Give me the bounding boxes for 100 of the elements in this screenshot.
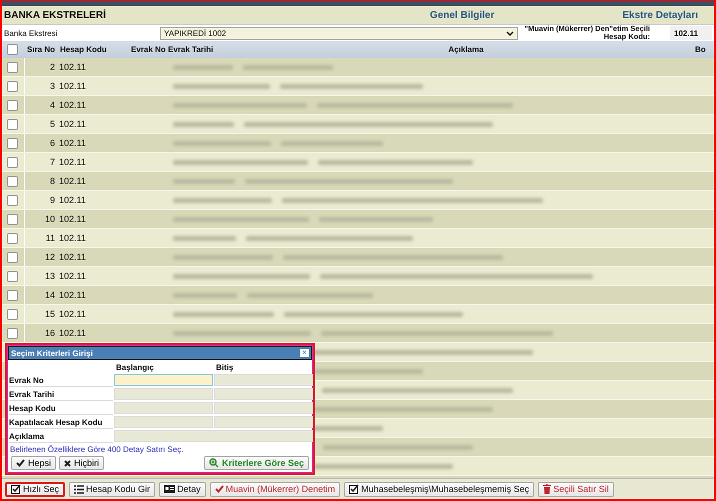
table-cell: 5 [24, 115, 57, 133]
table-cell: 3 [24, 77, 57, 95]
page-title: BANKA EKSTRELERİ [4, 10, 107, 20]
row-checkbox[interactable] [7, 308, 18, 320]
blurred-text [173, 122, 234, 126]
table-cell: 10 [24, 210, 57, 228]
column-header: Hesap Kodu [59, 45, 108, 54]
row-checkbox[interactable] [7, 176, 18, 186]
start-input-field[interactable] [114, 402, 213, 414]
start-input-field[interactable] [114, 416, 213, 428]
table-cell-text: 102.11 [58, 290, 87, 300]
field-label: Kapatılacak Hesap Kodu [9, 416, 113, 429]
table-cell-text: 102.11 [58, 233, 87, 243]
row-checkbox[interactable] [7, 156, 18, 168]
table-cell: 15 [24, 305, 57, 323]
checkbox-icon [11, 484, 21, 494]
column-header: Bitiş [215, 362, 234, 373]
column-header: Sıra No [26, 45, 56, 54]
table-cell: 6 [24, 134, 57, 152]
id-card-icon [164, 485, 176, 493]
table-cell-text: 102.11 [58, 157, 87, 167]
close-icon [64, 460, 72, 466]
table-cell-text: 102.11 [58, 195, 87, 205]
field-label: Evrak Tarihi [9, 388, 113, 401]
toolbar-button[interactable]: Detay [159, 482, 206, 496]
toolbar-button[interactable]: Hesap Kodu Gir [69, 482, 156, 496]
table-cell-text: 102.11 [58, 252, 87, 262]
start-input-field[interactable] [114, 388, 213, 400]
column-header: Evrak Tarihi [167, 45, 214, 54]
zoom-in-icon [208, 458, 219, 468]
row-checkbox[interactable] [7, 252, 18, 262]
row-checkbox[interactable] [7, 214, 18, 224]
column-header: Başlangıç [115, 362, 155, 373]
end-input-field[interactable] [214, 374, 313, 386]
column-header: Evrak No [130, 45, 165, 54]
check-icon [214, 485, 224, 493]
close-button[interactable]: × [300, 349, 309, 357]
select-button[interactable]: Hepsi [11, 456, 56, 470]
table-cell: 4 [24, 96, 57, 114]
table-cell-text: 102.11 [58, 309, 87, 319]
list-icon [74, 484, 84, 494]
chevron-down-icon [506, 30, 514, 36]
table-cell: 7 [24, 153, 57, 171]
check-icon [16, 459, 25, 467]
table-cell: 8 [24, 172, 57, 190]
select-all-checkbox[interactable] [7, 44, 18, 55]
trash-icon [543, 484, 552, 494]
table-cell-text: 102.11 [58, 176, 87, 186]
account-code-value: 102.11 [670, 26, 712, 40]
table-cell-text: 102.11 [58, 214, 87, 224]
row-checkbox[interactable] [7, 270, 18, 282]
input-field[interactable] [114, 430, 313, 442]
toolbar-button[interactable]: Muhasebeleşmiş\Muhasebeleşmemiş Seç [344, 482, 534, 496]
toolbar-button[interactable]: Seçili Satır Sil [538, 482, 614, 496]
row-checkbox[interactable] [7, 194, 18, 206]
table-cell: 14 [24, 286, 57, 304]
table-cell-text: 102.11 [58, 62, 87, 72]
table-cell-text: 102.11 [58, 138, 87, 148]
table-cell: 2 [24, 58, 57, 76]
table-cell: 13 [24, 267, 57, 285]
row-checkbox[interactable] [7, 100, 18, 110]
table-cell-text: 102.11 [58, 81, 87, 91]
toolbar-button[interactable]: Muavin (Mükerrer) Denetim [210, 482, 340, 496]
row-checkbox[interactable] [7, 138, 18, 148]
blurred-text [173, 236, 236, 240]
tab-link[interactable]: Ekstre Detayları [622, 10, 698, 20]
apply-button[interactable]: Kriterlere Göre Seç [204, 456, 309, 470]
table-cell-text: 102.11 [58, 271, 87, 281]
end-input-field[interactable] [214, 388, 313, 400]
blurred-text [173, 64, 233, 70]
end-input-field[interactable] [214, 402, 313, 414]
select-button[interactable]: Hiçbiri [59, 456, 104, 470]
field-label: Evrak No [9, 374, 113, 387]
field-label: Açıklama [9, 430, 113, 443]
row-checkbox[interactable] [7, 62, 18, 72]
tab-link[interactable]: Genel Bilgiler [430, 10, 494, 20]
table-cell-text: 102.11 [58, 119, 87, 129]
table-cell: 11 [24, 229, 57, 247]
row-checkbox[interactable] [7, 80, 18, 92]
row-checkbox[interactable] [7, 290, 18, 300]
row-checkbox[interactable] [7, 232, 18, 244]
table-cell: 9 [24, 191, 57, 209]
row-checkbox[interactable] [7, 118, 18, 130]
toolbar-button[interactable]: Hızlı Seç [5, 482, 66, 496]
blurred-text [173, 178, 235, 184]
checkbox-icon [349, 484, 360, 494]
blurred-text [173, 292, 237, 298]
table-cell-text: 102.11 [58, 328, 87, 338]
bank-statement-dropdown[interactable]: YAPIKREDİ 1002 [160, 26, 518, 40]
column-header: Bo [694, 45, 707, 54]
table-cell: 12 [24, 248, 57, 266]
column-header: Açıklama [447, 45, 485, 54]
end-input-field[interactable] [214, 416, 313, 428]
dialog-title: Seçim Kriterleri Girişi [11, 348, 93, 358]
table-cell: 16 [24, 324, 57, 342]
start-input-field[interactable] [114, 374, 213, 386]
row-checkbox[interactable] [7, 328, 18, 338]
info-text: Belirlenen Özelliklere Göre 400 Detay Satırı Seç. [9, 444, 184, 456]
field-label: Hesap Kodu [9, 402, 113, 415]
field-label: Banka Ekstresi [4, 28, 58, 38]
